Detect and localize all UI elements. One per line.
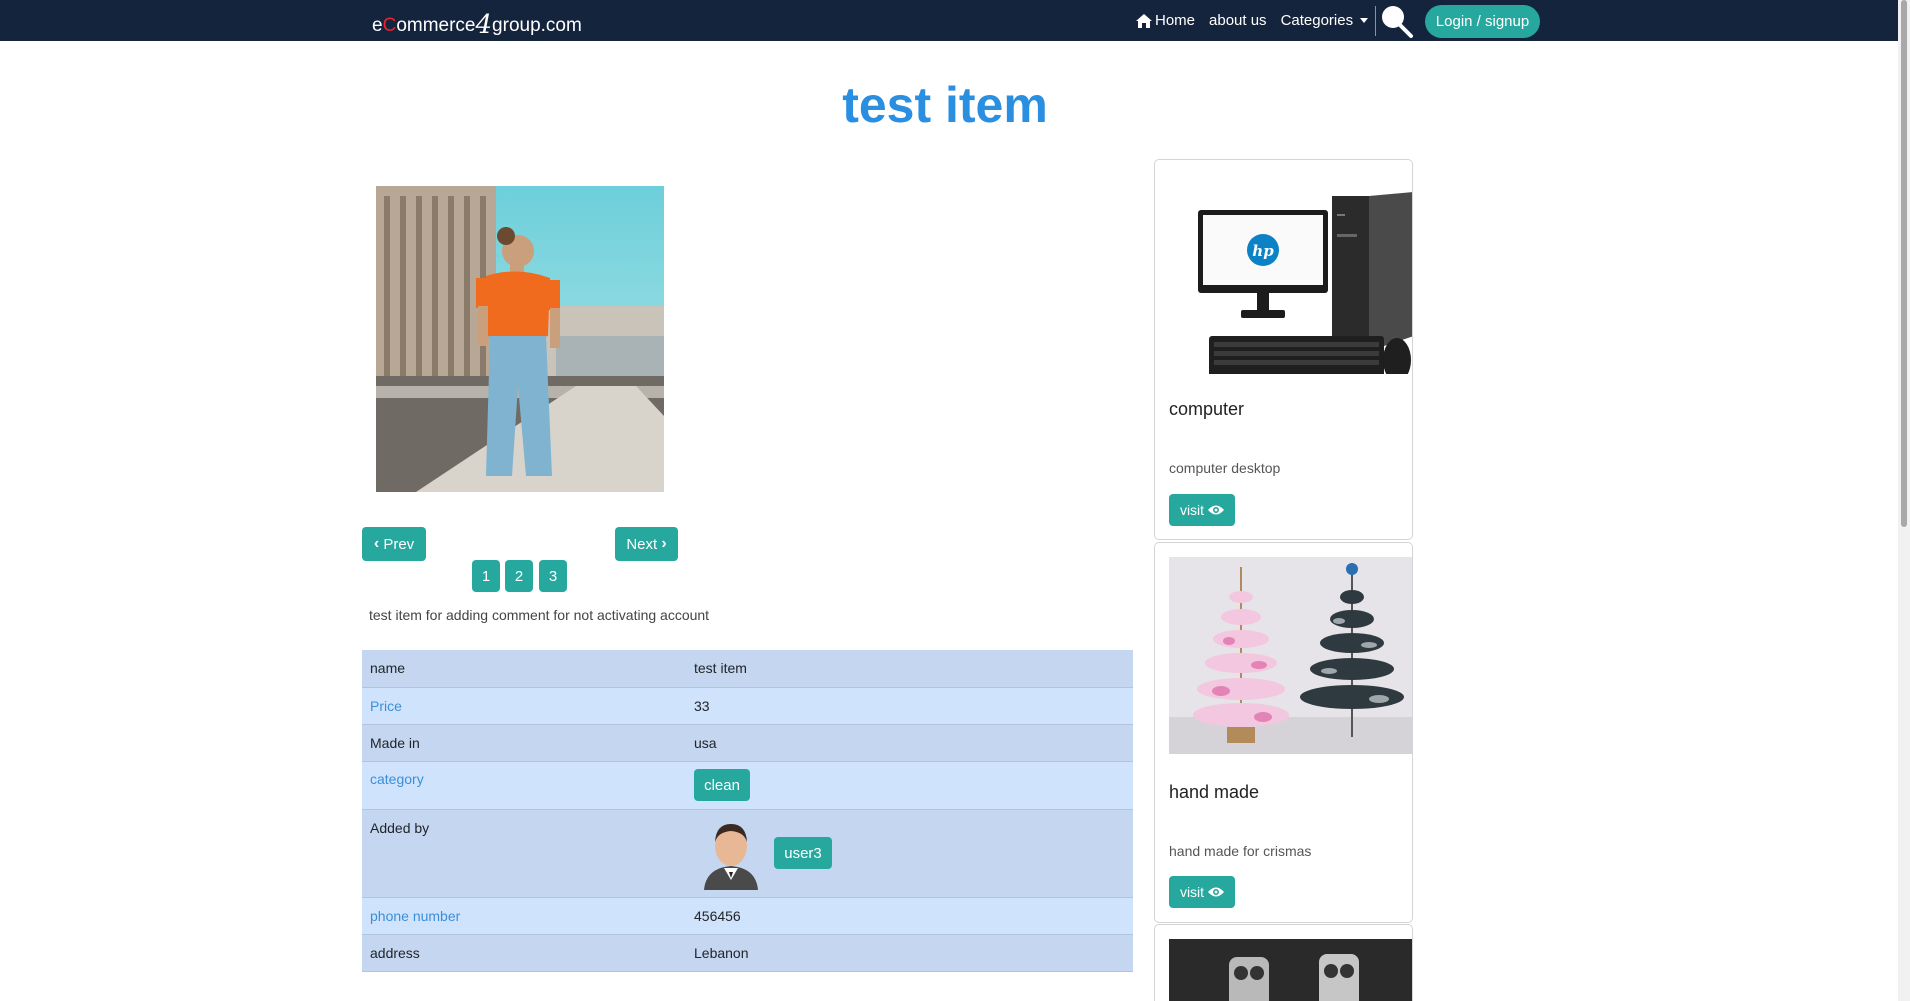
row-key-made-in: Made in	[362, 724, 686, 762]
gallery-prev-button[interactable]: ‹ Prev	[362, 527, 426, 561]
card-image	[1169, 557, 1412, 754]
nav-home-label: Home	[1155, 12, 1196, 29]
navbar: eCommerce4group.com Home about us Catego…	[0, 0, 1898, 41]
nav-about-link[interactable]: about us	[1209, 12, 1267, 29]
card-title: hand made	[1169, 782, 1260, 802]
brand-four: 4	[475, 10, 493, 40]
row-key-phone: phone number	[362, 897, 686, 935]
scrollbar-thumb[interactable]	[1901, 0, 1907, 527]
table-row: address Lebanon	[362, 934, 1133, 972]
gallery-next-button[interactable]: Next ›	[615, 527, 678, 561]
table-row: Added by user3	[362, 809, 1133, 898]
related-item-card: hand made hand made for crismas visit	[1154, 542, 1413, 923]
row-value-name: test item	[686, 650, 1133, 688]
table-row: phone number 456456	[362, 897, 1133, 935]
nav-categories-label: Categories	[1280, 12, 1354, 29]
nav-divider	[1375, 5, 1377, 36]
added-by-wrapper: user3	[694, 816, 1125, 890]
login-signup-button[interactable]: Login / signup	[1425, 5, 1540, 38]
card-title: computer	[1169, 399, 1245, 419]
row-value-made-in: usa	[686, 724, 1133, 762]
brand-logo[interactable]: eCommerce4group.com	[372, 8, 582, 40]
nav-categories-dropdown[interactable]: Categories	[1281, 12, 1369, 29]
visit-label: visit	[1179, 502, 1205, 518]
row-value-phone: 456456	[686, 897, 1133, 935]
row-key-address: address	[362, 934, 686, 972]
brand-suffix: group.com	[492, 15, 582, 36]
card-image: hp	[1169, 174, 1412, 374]
eye-icon	[1208, 505, 1225, 515]
table-row: category clean	[362, 761, 1133, 810]
product-photo	[376, 186, 664, 492]
avatar	[704, 824, 758, 890]
nav-links: Home about us Categories	[1136, 0, 1377, 41]
brand-c: C	[382, 15, 397, 36]
card-image	[1169, 939, 1412, 1001]
gallery-page-3[interactable]: 3	[539, 560, 567, 592]
added-by-user-badge[interactable]: user3	[774, 837, 832, 869]
chevron-right-icon: ›	[661, 535, 667, 552]
row-key-price: Price	[362, 687, 686, 725]
row-key-category: category	[362, 761, 686, 810]
row-value-added-by: user3	[686, 809, 1133, 898]
table-row: Made in usa	[362, 724, 1133, 762]
card-text: computer desktop	[1169, 460, 1281, 476]
gallery-page-1[interactable]: 1	[472, 560, 500, 592]
table-row: Price 33	[362, 687, 1133, 725]
nav-home-link[interactable]: Home	[1136, 12, 1195, 29]
card-text: hand made for crismas	[1169, 843, 1312, 859]
page-title: test item	[842, 77, 1048, 133]
search-button[interactable]	[1379, 3, 1415, 39]
related-item-card	[1154, 924, 1413, 1001]
card-visit-button[interactable]: visit	[1169, 876, 1235, 908]
table-row: name test item	[362, 650, 1133, 688]
search-icon	[1382, 6, 1413, 38]
gallery-page-2[interactable]: 2	[505, 560, 533, 592]
brand-mid: ommerce	[396, 15, 476, 36]
prev-label: Prev	[383, 535, 415, 553]
card-visit-button[interactable]: visit	[1169, 494, 1235, 526]
row-value-price: 33	[686, 687, 1133, 725]
visit-label: visit	[1179, 884, 1205, 900]
caret-down-icon	[1360, 18, 1369, 23]
chevron-left-icon: ‹	[373, 535, 380, 552]
row-key-name: name	[362, 650, 686, 688]
related-item-card: hp computer computer desktop visit	[1154, 159, 1413, 540]
brand-prefix: e	[372, 15, 383, 36]
svg-text:hp: hp	[1252, 242, 1274, 260]
row-key-added-by: Added by	[362, 809, 686, 898]
eye-icon	[1208, 887, 1225, 897]
nav-about-label: about us	[1209, 12, 1267, 29]
item-description: test item for adding comment for not act…	[369, 607, 710, 623]
page: eCommerce4group.com Home about us Catego…	[0, 0, 1910, 1001]
item-details-table: name test item Price 33 Made in usa cate…	[362, 650, 1133, 972]
category-badge[interactable]: clean	[694, 769, 750, 801]
page-scrollbar[interactable]	[1898, 0, 1910, 1001]
row-value-address: Lebanon	[686, 934, 1133, 972]
next-label: Next	[626, 535, 658, 553]
home-icon	[1136, 13, 1152, 28]
row-value-category: clean	[686, 761, 1133, 810]
